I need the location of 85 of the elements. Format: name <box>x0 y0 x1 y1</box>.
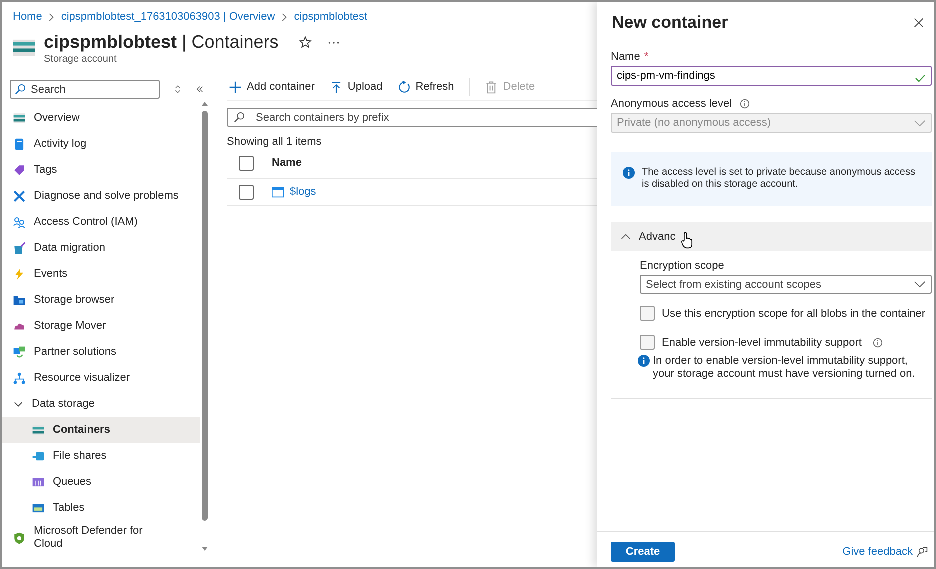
info-icon[interactable] <box>872 338 883 348</box>
nav-item[interactable]: Microsoft Defender for Cloud <box>2 521 200 555</box>
tag-icon <box>13 164 26 176</box>
log-icon <box>13 138 26 150</box>
checkbox-label: Enable version-level immutability support <box>662 336 862 348</box>
nav-item[interactable]: Queues <box>2 469 200 495</box>
nav-item[interactable]: Data migration <box>2 235 200 261</box>
collapse-icon[interactable] <box>196 85 204 94</box>
chevron-icon <box>914 120 926 126</box>
more-icon[interactable] <box>328 40 340 44</box>
info-icon[interactable] <box>740 99 750 109</box>
chevron-icon <box>914 281 926 288</box>
sort-icon[interactable] <box>174 85 182 94</box>
info-icon <box>623 167 635 179</box>
required-mark: * <box>644 51 649 63</box>
shield-icon <box>13 532 26 544</box>
chevron-icon <box>281 12 288 22</box>
nav-item[interactable]: Diagnose and solve problems <box>2 183 200 209</box>
nav-item[interactable]: Events <box>2 261 200 287</box>
breadcrumb-link[interactable]: Home <box>13 11 42 23</box>
feedback-icon <box>917 546 928 558</box>
container-icon <box>272 186 284 198</box>
checkbox-label: Use this encryption scope for all blobs in the container <box>662 308 926 320</box>
network-icon <box>13 372 26 384</box>
storage-icon <box>32 424 45 436</box>
breadcrumb-link[interactable]: cipspmblobtest_1763103063903 | Overview <box>61 11 276 23</box>
nav-item[interactable]: File shares <box>2 443 200 469</box>
field-label: Anonymous access level <box>611 98 732 110</box>
plus-icon <box>229 80 242 94</box>
field-label: Encryption scope <box>640 260 726 272</box>
checkbox[interactable] <box>640 306 655 321</box>
nav-item[interactable]: Access Control (IAM) <box>2 209 200 235</box>
create-button[interactable]: Create <box>611 542 675 562</box>
hand-cursor-icon <box>680 232 693 249</box>
advanced-section-header[interactable]: Advanc <box>611 222 932 251</box>
search-field[interactable]: Search <box>10 80 160 99</box>
search-icon <box>15 84 26 95</box>
field-label: Name <box>611 51 640 63</box>
checkbox[interactable] <box>239 156 254 170</box>
folder-icon <box>13 294 26 306</box>
encryption-scope-dropdown[interactable]: Select from existing account scopes <box>640 275 932 294</box>
nav-item[interactable]: Tables <box>2 495 200 521</box>
item-count: Showing all 1 items <box>227 136 323 148</box>
nav-item[interactable]: Storage browser <box>2 287 200 313</box>
nav-item[interactable]: Activity log <box>2 131 200 157</box>
star-icon[interactable] <box>298 36 312 49</box>
feedback-link[interactable]: Give feedback <box>842 546 928 558</box>
trash-icon <box>485 80 498 94</box>
bucket-icon <box>13 242 26 254</box>
search-field[interactable]: Search containers by prefix <box>227 108 597 127</box>
info-text: The access level is set to private because anonymous access is disabled on this storage account. <box>642 167 916 191</box>
search-icon <box>234 112 245 123</box>
toolbar-button[interactable]: Refresh <box>398 80 454 94</box>
nav-item[interactable]: Data storage <box>2 391 200 417</box>
nav-item[interactable]: Storage Mover <box>2 313 200 339</box>
checkbox[interactable] <box>640 335 655 350</box>
queue-icon <box>32 476 45 488</box>
chevron-icon <box>621 233 631 240</box>
lightning-icon <box>13 268 26 280</box>
nav-item[interactable]: Tags <box>2 157 200 183</box>
toolbar-button[interactable]: Upload <box>330 80 383 94</box>
upload-icon <box>330 80 343 94</box>
people-icon <box>13 216 26 228</box>
table-icon <box>32 502 45 514</box>
info-icon <box>638 355 650 367</box>
note-text: In order to enable version-level immutability support, your storage account must have versioning turned on. <box>653 355 916 381</box>
page-subtitle: Storage account <box>44 54 118 65</box>
file-share-icon <box>32 450 45 462</box>
chevron-icon <box>48 12 56 22</box>
storage-icon <box>13 38 35 58</box>
column-header[interactable]: Name <box>272 157 302 169</box>
page-title: cipspmblobtest | Containers <box>44 32 279 53</box>
breadcrumb-link[interactable]: cipspmblobtest <box>294 11 368 23</box>
storage-icon <box>13 112 26 124</box>
close-icon[interactable] <box>914 18 924 28</box>
nav-item[interactable]: Overview <box>2 105 200 131</box>
nav-item[interactable]: Resource visualizer <box>2 365 200 391</box>
refresh-icon <box>398 80 411 94</box>
nav-item[interactable]: Containers <box>2 417 200 443</box>
checkbox[interactable] <box>239 184 254 200</box>
name-field[interactable]: cips-pm-vm-findings <box>611 66 932 86</box>
panel-title: New container <box>612 13 728 33</box>
container-link[interactable]: $logs <box>290 186 316 198</box>
nav-item[interactable]: Partner solutions <box>2 339 200 365</box>
toolbar-button[interactable]: Add container <box>229 80 315 94</box>
